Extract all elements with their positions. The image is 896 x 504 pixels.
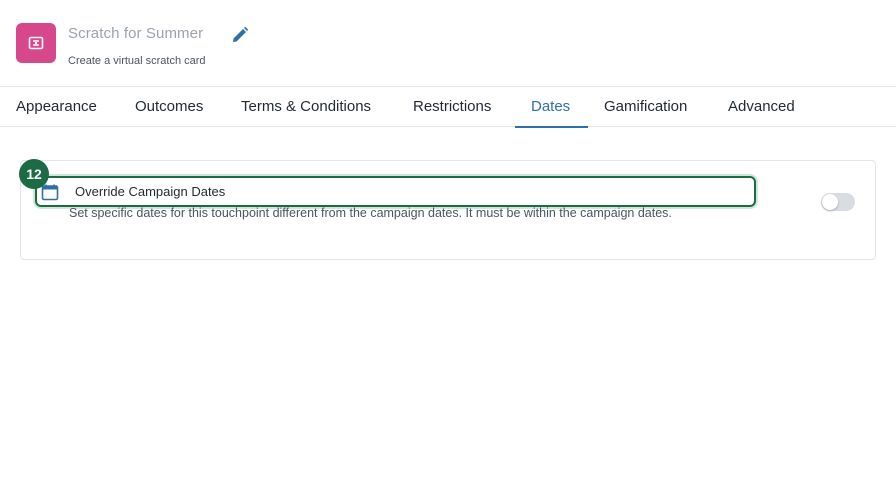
- override-dates-title: Override Campaign Dates: [75, 184, 226, 199]
- override-dates-toggle[interactable]: [821, 193, 855, 211]
- tab-restrictions[interactable]: Restrictions: [413, 87, 491, 127]
- tab-outcomes[interactable]: Outcomes: [135, 87, 203, 127]
- tab-gamification[interactable]: Gamification: [604, 87, 687, 127]
- tab-terms-conditions[interactable]: Terms & Conditions: [241, 87, 371, 127]
- pencil-icon[interactable]: [231, 26, 249, 44]
- toggle-knob: [822, 194, 838, 210]
- tab-advanced[interactable]: Advanced: [728, 87, 795, 127]
- override-dates-description: Set specific dates for this touchpoint d…: [69, 206, 672, 220]
- tab-dates[interactable]: Dates: [531, 87, 570, 127]
- page-subtitle: Create a virtual scratch card: [68, 55, 206, 67]
- tab-bar: Appearance Outcomes Terms & Conditions R…: [0, 86, 896, 128]
- ticket-icon: [16, 23, 56, 63]
- active-tab-indicator: [515, 126, 588, 128]
- calendar-icon: [41, 183, 59, 201]
- page-header: Scratch for Summer Create a virtual scra…: [0, 0, 896, 86]
- tab-appearance[interactable]: Appearance: [16, 87, 97, 127]
- page-title: Scratch for Summer: [68, 25, 204, 42]
